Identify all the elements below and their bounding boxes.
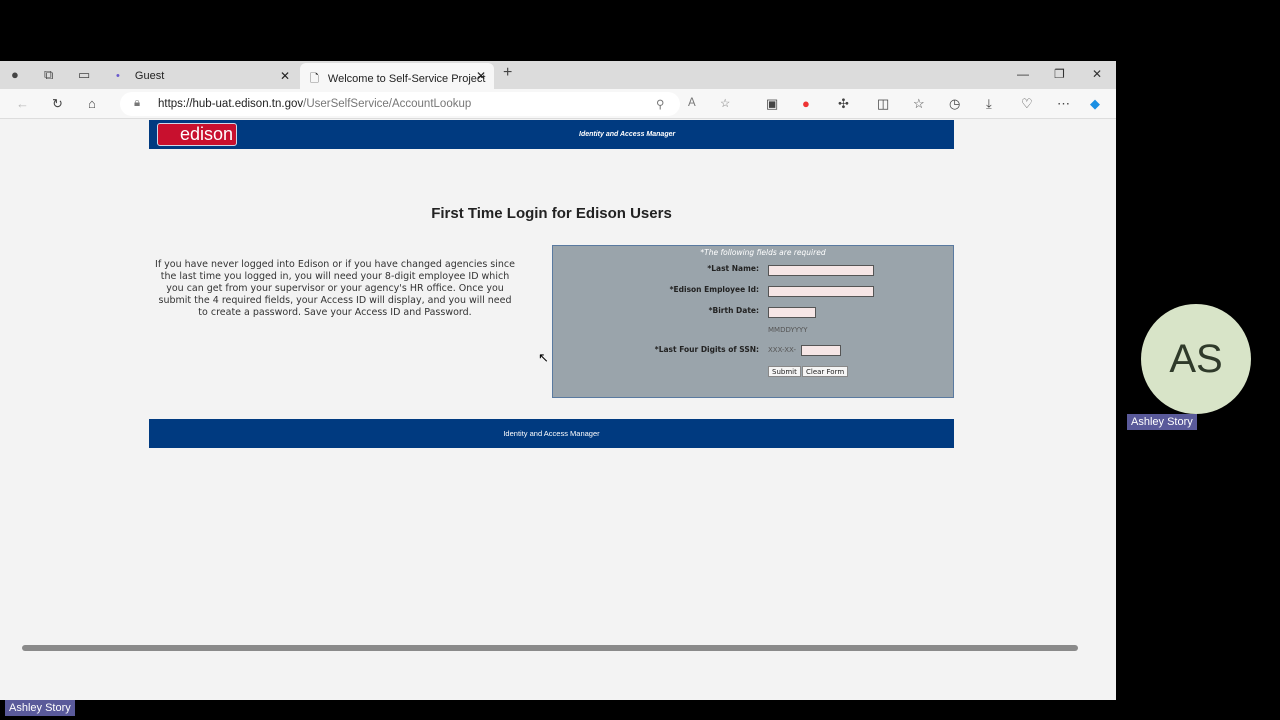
last-name-label: *Last Name:	[707, 264, 759, 273]
history-icon[interactable]: ◷	[949, 96, 960, 112]
close-tab-icon[interactable]: ✕	[280, 69, 290, 83]
tab-self-service[interactable]: 🗋 Welcome to Self-Service Project ✕	[300, 63, 494, 89]
guest-icon: •	[116, 70, 120, 82]
tab-guest[interactable]: • Guest ✕	[112, 63, 298, 89]
new-tab-icon[interactable]: +	[503, 64, 512, 82]
split-screen-icon[interactable]: ◫	[877, 96, 889, 112]
participant-avatar: AS	[1141, 304, 1251, 414]
ssn-prefix: XXX-XX-	[768, 346, 796, 354]
employee-id-label: *Edison Employee Id:	[669, 285, 759, 294]
home-icon[interactable]: ⌂	[88, 96, 96, 111]
tab-actions-icon[interactable]: ▭	[78, 67, 90, 83]
download-icon[interactable]: ⤓	[986, 96, 992, 112]
extensions-icon[interactable]: ✣	[838, 96, 849, 112]
page-title: First Time Login for Edison Users	[431, 205, 672, 222]
copilot-icon[interactable]: ◆	[1090, 96, 1100, 112]
vertical-scrollbar[interactable]	[1100, 120, 1116, 700]
horizontal-scrollbar[interactable]	[0, 639, 1100, 657]
browser-window: ● ⧉ ▭ • Guest ✕ 🗋 Welcome to Self-Servic…	[0, 61, 1116, 700]
more-icon[interactable]: ⋯	[1057, 96, 1070, 112]
page-footer: Identity and Access Manager	[149, 419, 954, 448]
refresh-icon[interactable]: ↻	[52, 96, 63, 112]
lock-icon[interactable]: 🔒︎	[134, 97, 140, 110]
lookup-form: *The following fields are required *Last…	[552, 245, 954, 398]
read-aloud-icon[interactable]: A	[688, 97, 696, 109]
self-name: Ashley Story	[5, 700, 75, 716]
birth-date-input[interactable]	[768, 307, 816, 318]
participant-name: Ashley Story	[1127, 414, 1197, 430]
page-icon: 🗋	[310, 73, 319, 85]
required-note: *The following fields are required	[700, 248, 826, 257]
url-input[interactable]: 🔒︎ https://hub-uat.edison.tn.gov/UserSel…	[120, 92, 730, 116]
intro-text: If you have never logged into Edison or …	[155, 259, 515, 318]
tab-label: Guest	[134, 70, 165, 82]
extension-icon[interactable]: ▣	[766, 96, 778, 112]
clear-form-button[interactable]: Clear Form	[802, 366, 849, 377]
tab-label: Welcome to Self-Service Project	[327, 73, 486, 85]
workspaces-icon[interactable]: ⧉	[44, 67, 53, 83]
profile-icon[interactable]: ●	[11, 67, 19, 82]
zoom-icon[interactable]: ⚲	[656, 97, 664, 111]
employee-id-input[interactable]	[768, 286, 874, 297]
date-format-hint: MMDDYYYY	[768, 326, 808, 334]
page-header: edison Identity and Access Manager	[149, 120, 954, 149]
restore-icon[interactable]: ❐	[1054, 67, 1065, 81]
scroll-thumb[interactable]	[22, 645, 1078, 651]
ssn-label: *Last Four Digits of SSN:	[654, 345, 759, 354]
extension-red-icon[interactable]: ●	[802, 96, 810, 111]
back-icon[interactable]: ←	[16, 96, 29, 111]
performance-icon[interactable]: ♡	[1021, 96, 1033, 112]
edison-logo: edison	[157, 123, 237, 146]
header-title: Identity and Access Manager	[579, 131, 676, 138]
close-window-icon[interactable]: ✕	[1092, 67, 1102, 81]
close-tab-icon[interactable]: ✕	[476, 69, 486, 83]
favorites-icon[interactable]: ☆	[913, 96, 925, 112]
mouse-cursor-icon: ↖	[538, 350, 549, 365]
minimize-icon[interactable]: —	[1017, 67, 1029, 81]
tab-bar: ● ⧉ ▭ • Guest ✕ 🗋 Welcome to Self-Servic…	[0, 61, 1116, 89]
last-name-input[interactable]	[768, 265, 874, 276]
address-bar-row: ← ↻ ⌂ 🔒︎ https://hub-uat.edison.tn.gov/U…	[0, 89, 1116, 119]
url-host: https://hub-uat.edison.tn.gov	[158, 98, 304, 110]
web-page: edison Identity and Access Manager First…	[0, 120, 1100, 700]
submit-button[interactable]: Submit	[768, 366, 801, 377]
url-path: /UserSelfService/AccountLookup	[303, 98, 472, 110]
birth-date-label: *Birth Date:	[708, 306, 759, 315]
ssn-input[interactable]	[801, 345, 841, 356]
favorite-icon[interactable]: ☆	[720, 96, 730, 110]
